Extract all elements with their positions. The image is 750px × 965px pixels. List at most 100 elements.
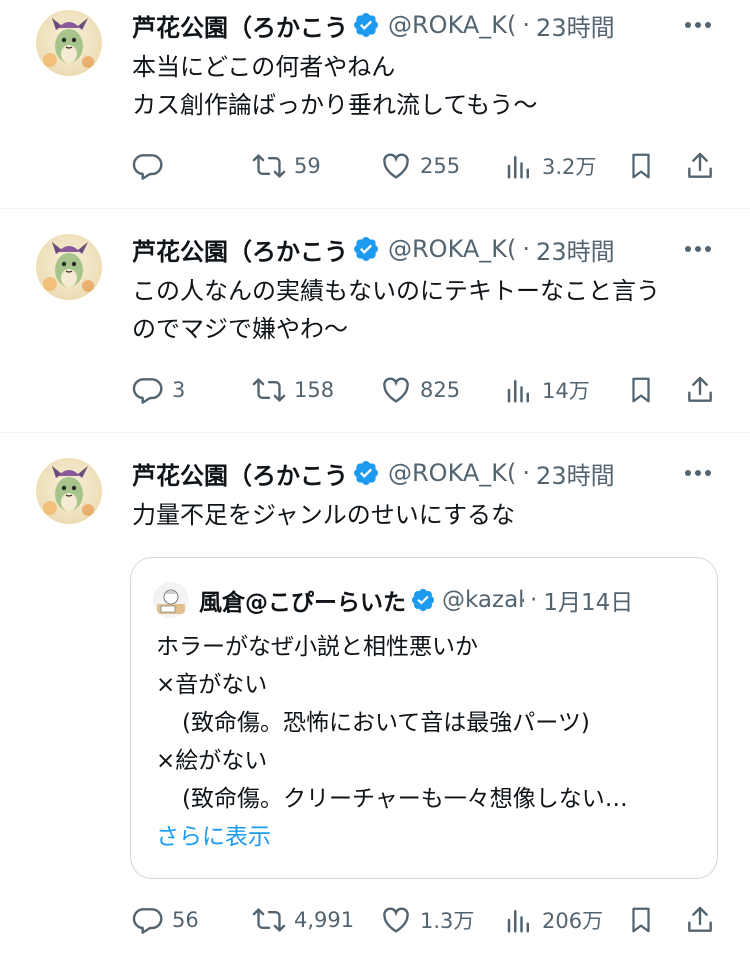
action-bar: 56 4,991 1.3万 206万 <box>132 902 722 938</box>
author-handle[interactable]: @ROKA_K( <box>388 11 516 39</box>
retweet-count: 158 <box>294 378 335 402</box>
timestamp[interactable]: 23時間 <box>536 8 615 43</box>
tweet-divider <box>0 208 750 209</box>
tweet-text-line: のでマジで嫌やわ〜 <box>132 315 348 343</box>
bookmark-button[interactable] <box>626 372 656 408</box>
quoted-text-line: ホラーがなぜ小説と相性悪いか <box>156 634 478 660</box>
action-bar: 3 158 825 14万 <box>132 372 722 408</box>
timestamp[interactable]: 23時間 <box>536 456 615 491</box>
reply-count: 56 <box>172 908 199 932</box>
like-button[interactable]: 255 <box>380 148 460 184</box>
verified-badge-icon <box>411 588 435 612</box>
more-options-button[interactable] <box>682 232 714 266</box>
reply-button[interactable]: 3 <box>132 372 185 408</box>
quoted-tweet-text: ホラーがなぜ小説と相性悪いか ×音がない (致命傷。恐怖において音は最強パーツ)… <box>156 628 628 856</box>
dragon-avatar-icon <box>43 466 94 516</box>
retweet-icon <box>252 908 286 932</box>
quoted-text-line: (致命傷。恐怖において音は最強パーツ) <box>182 710 590 736</box>
retweet-icon <box>252 154 286 178</box>
tweet-text: 力量不足をジャンルのせいにするな <box>132 496 515 534</box>
views-button[interactable]: 206万 <box>504 902 603 938</box>
tweet-header: 芦花公園（ろかこう @ROKA_K( · 23時間 <box>132 232 615 266</box>
reply-button[interactable]: 56 <box>132 902 199 938</box>
quoted-text-line: ×音がない <box>156 672 268 698</box>
quoted-tweet-card[interactable]: 風倉@こぴーらいた @kazaku · 1月14日 ホラーがなぜ小説と相性悪いか… <box>130 557 718 879</box>
share-icon <box>688 152 712 178</box>
quoted-author-avatar <box>153 582 189 618</box>
author-handle[interactable]: @ROKA_K( <box>388 235 516 263</box>
quoted-author-handle: @kazaku <box>442 587 524 613</box>
tweet-text: 本当にどこの何者やねん カス創作論ばっかり垂れ流してもう〜 <box>132 48 537 124</box>
like-button[interactable]: 825 <box>380 372 460 408</box>
share-icon <box>688 906 712 932</box>
share-button[interactable] <box>684 902 716 938</box>
views-chart-icon <box>507 910 529 933</box>
retweet-button[interactable]: 59 <box>252 148 321 184</box>
tweet-text-line: 力量不足をジャンルのせいにするな <box>132 501 516 529</box>
views-chart-icon <box>507 156 529 179</box>
bookmark-icon <box>632 907 650 933</box>
action-bar: 59 255 3.2万 <box>132 148 722 184</box>
retweet-icon <box>252 378 286 402</box>
reply-icon <box>132 154 163 180</box>
more-options-button[interactable] <box>682 456 714 490</box>
author-handle[interactable]: @ROKA_K( <box>388 459 516 487</box>
tweet-text: この人なんの実績もないのにテキトーなこと言う のでマジで嫌やわ〜 <box>132 272 660 348</box>
bookmark-button[interactable] <box>626 148 656 184</box>
view-count: 206万 <box>542 909 604 933</box>
share-button[interactable] <box>684 372 716 408</box>
views-button[interactable]: 14万 <box>504 372 590 408</box>
tweet-text-line: カス創作論ばっかり垂れ流してもう〜 <box>132 91 538 119</box>
quoted-text-line: (致命傷。クリーチャーも一々想像しない… <box>182 786 628 812</box>
bookmark-icon <box>632 153 650 179</box>
verified-badge-icon <box>354 237 378 261</box>
view-count: 3.2万 <box>542 155 597 179</box>
like-count: 825 <box>420 378 461 402</box>
retweet-count: 4,991 <box>294 908 355 932</box>
views-button[interactable]: 3.2万 <box>504 148 596 184</box>
author-name[interactable]: 芦花公園（ろかこう <box>132 456 348 491</box>
author-avatar[interactable] <box>36 458 102 524</box>
heart-icon <box>383 377 409 403</box>
quoted-tweet-header: 風倉@こぴーらいた @kazaku · 1月14日 <box>153 582 634 618</box>
more-dots-icon <box>685 246 711 252</box>
reply-icon <box>132 378 163 404</box>
more-options-button[interactable] <box>682 8 714 42</box>
tweet-header: 芦花公園（ろかこう @ROKA_K( · 23時間 <box>132 8 615 42</box>
share-button[interactable] <box>684 148 716 184</box>
retweet-button[interactable]: 4,991 <box>252 902 354 938</box>
author-name[interactable]: 芦花公園（ろかこう <box>132 232 348 267</box>
views-chart-icon <box>507 380 529 403</box>
dragon-avatar-icon <box>43 242 94 292</box>
tweet-text-line: 本当にどこの何者やねん <box>132 53 396 81</box>
separator-dot: · <box>522 459 531 487</box>
verified-badge-icon <box>354 13 378 37</box>
like-count: 255 <box>420 154 461 178</box>
show-more-link[interactable]: さらに表示 <box>156 818 628 856</box>
separator-dot: · <box>530 587 538 613</box>
tweet-text-line: この人なんの実績もないのにテキトーなこと言う <box>132 277 660 305</box>
author-avatar[interactable] <box>36 234 102 300</box>
heart-icon <box>383 907 409 933</box>
bookmark-button[interactable] <box>626 902 656 938</box>
writer-character-avatar-icon <box>157 589 185 614</box>
more-dots-icon <box>685 470 711 476</box>
tweet-divider <box>0 432 750 433</box>
quoted-timestamp: 1月14日 <box>543 590 634 616</box>
more-dots-icon <box>685 22 711 28</box>
separator-dot: · <box>522 11 531 39</box>
heart-icon <box>383 153 409 179</box>
quoted-author-name: 風倉@こぴーらいた <box>199 590 406 616</box>
author-avatar[interactable] <box>36 10 102 76</box>
reply-icon <box>132 908 163 934</box>
timestamp[interactable]: 23時間 <box>536 232 615 267</box>
reply-button[interactable] <box>132 148 172 184</box>
author-name[interactable]: 芦花公園（ろかこう <box>132 8 348 43</box>
quoted-text-line: ×絵がない <box>156 748 268 774</box>
dragon-avatar-icon <box>43 18 94 68</box>
reply-count: 3 <box>172 378 186 402</box>
share-icon <box>688 376 712 402</box>
like-button[interactable]: 1.3万 <box>380 902 474 938</box>
retweet-button[interactable]: 158 <box>252 372 334 408</box>
view-count: 14万 <box>542 379 590 403</box>
